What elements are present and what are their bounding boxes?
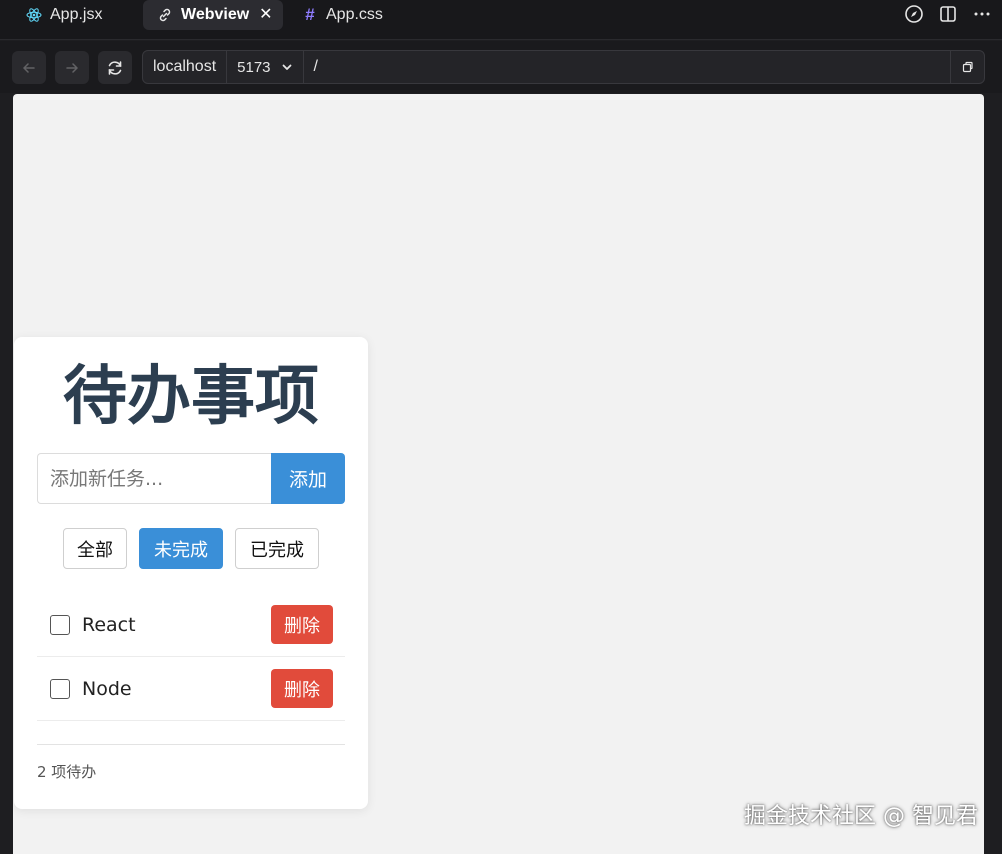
more-icon[interactable]	[972, 4, 992, 24]
todo-card: 待办事项 添加 全部 未完成 已完成 React 删除 Node 删除 2 项待…	[14, 337, 368, 809]
browser-toolbar: localhost 5173 /	[0, 41, 1002, 93]
add-button[interactable]: 添加	[271, 453, 345, 504]
tab-label: Webview	[181, 6, 250, 23]
filter-completed-button[interactable]: 已完成	[235, 528, 319, 569]
port-select[interactable]: 5173	[227, 51, 304, 83]
split-editor-icon[interactable]	[938, 4, 958, 24]
todo-item: React 删除	[37, 593, 345, 657]
tab-webview[interactable]: Webview ✕	[143, 0, 283, 30]
todo-item: Node 删除	[37, 657, 345, 721]
page-title: 待办事项	[63, 360, 319, 434]
reload-button[interactable]	[98, 51, 132, 84]
tab-app-jsx[interactable]: App.jsx	[26, 0, 102, 30]
todo-text: Node	[82, 678, 132, 700]
delete-button[interactable]: 删除	[271, 605, 333, 644]
port-value: 5173	[237, 58, 271, 76]
delete-button[interactable]: 删除	[271, 669, 333, 708]
todo-text: React	[82, 614, 136, 636]
webview-viewport: 待办事项 添加 全部 未完成 已完成 React 删除 Node 删除 2 项待…	[13, 94, 984, 854]
react-icon	[26, 7, 42, 23]
close-icon[interactable]: ✕	[259, 7, 272, 23]
new-task-input[interactable]	[37, 453, 271, 504]
editor-actions	[904, 4, 992, 24]
filter-all-button[interactable]: 全部	[63, 528, 127, 569]
refresh-icon	[108, 60, 122, 75]
watermark: 掘金技术社区 @ 智见君	[744, 804, 978, 829]
back-button[interactable]	[12, 51, 46, 84]
editor-tab-bar: App.jsx Webview ✕ # App.css	[0, 0, 1002, 40]
tab-label: App.jsx	[50, 6, 103, 23]
copy-icon	[962, 61, 973, 73]
chevron-down-icon	[282, 64, 291, 70]
compass-icon[interactable]	[904, 4, 924, 24]
footer-divider	[37, 744, 345, 745]
todo-checkbox[interactable]	[50, 615, 70, 635]
tab-label: App.css	[326, 6, 383, 23]
remaining-count: 2 项待办	[37, 763, 97, 781]
arrow-right-icon	[66, 62, 78, 73]
hash-icon: #	[305, 5, 315, 24]
panel-edge	[984, 94, 1002, 854]
filter-active-button[interactable]: 未完成	[139, 528, 223, 569]
webview-icon	[157, 7, 173, 23]
arrow-left-icon	[23, 62, 35, 73]
todo-checkbox[interactable]	[50, 679, 70, 699]
forward-button[interactable]	[55, 51, 89, 84]
copy-url-button[interactable]	[950, 51, 984, 83]
url-host[interactable]: localhost	[143, 51, 228, 83]
tab-app-css[interactable]: # App.css	[302, 0, 383, 30]
url-bar[interactable]: localhost 5173 /	[142, 50, 985, 84]
url-path[interactable]: /	[304, 58, 950, 76]
